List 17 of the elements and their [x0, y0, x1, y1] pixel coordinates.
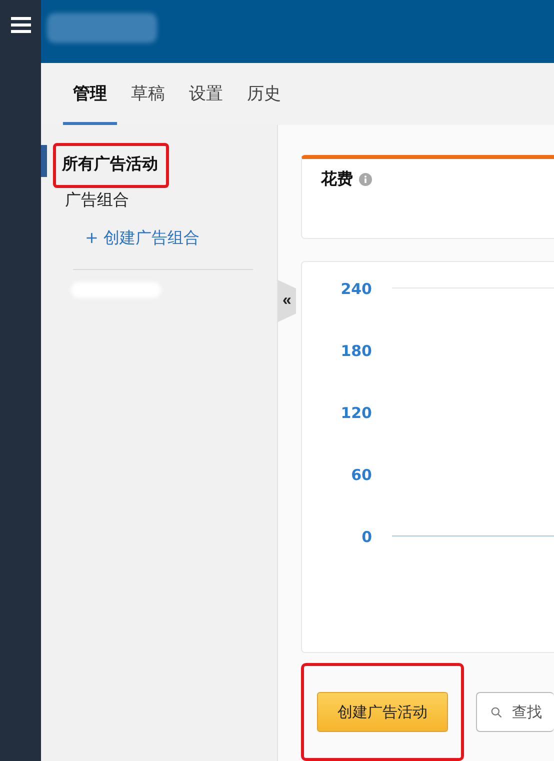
y-axis-label: 0 — [362, 528, 372, 546]
y-axis-label: 120 — [340, 404, 372, 422]
menu-icon[interactable] — [10, 17, 30, 33]
metric-label: 花费 — [321, 169, 353, 190]
tab[interactable]: 草稿 — [121, 63, 175, 125]
tab[interactable]: 历史 — [237, 63, 291, 125]
y-axis-label: 240 — [340, 280, 372, 298]
search-icon — [491, 704, 502, 720]
y-axis-label: 60 — [351, 466, 372, 484]
nav-item[interactable]: 所有广告活动 — [62, 154, 158, 172]
nav-item[interactable]: 广告组合 — [65, 190, 129, 210]
create-link[interactable]: + 创建广告组合 — [85, 228, 200, 248]
search-input[interactable]: 查找 — [510, 702, 554, 722]
create-campaign-button[interactable]: 创建广告活动 — [317, 692, 448, 732]
tab[interactable]: 设置 — [179, 63, 233, 125]
search-field[interactable]: 查找 — [476, 692, 554, 732]
y-axis-label: 180 — [340, 342, 372, 360]
